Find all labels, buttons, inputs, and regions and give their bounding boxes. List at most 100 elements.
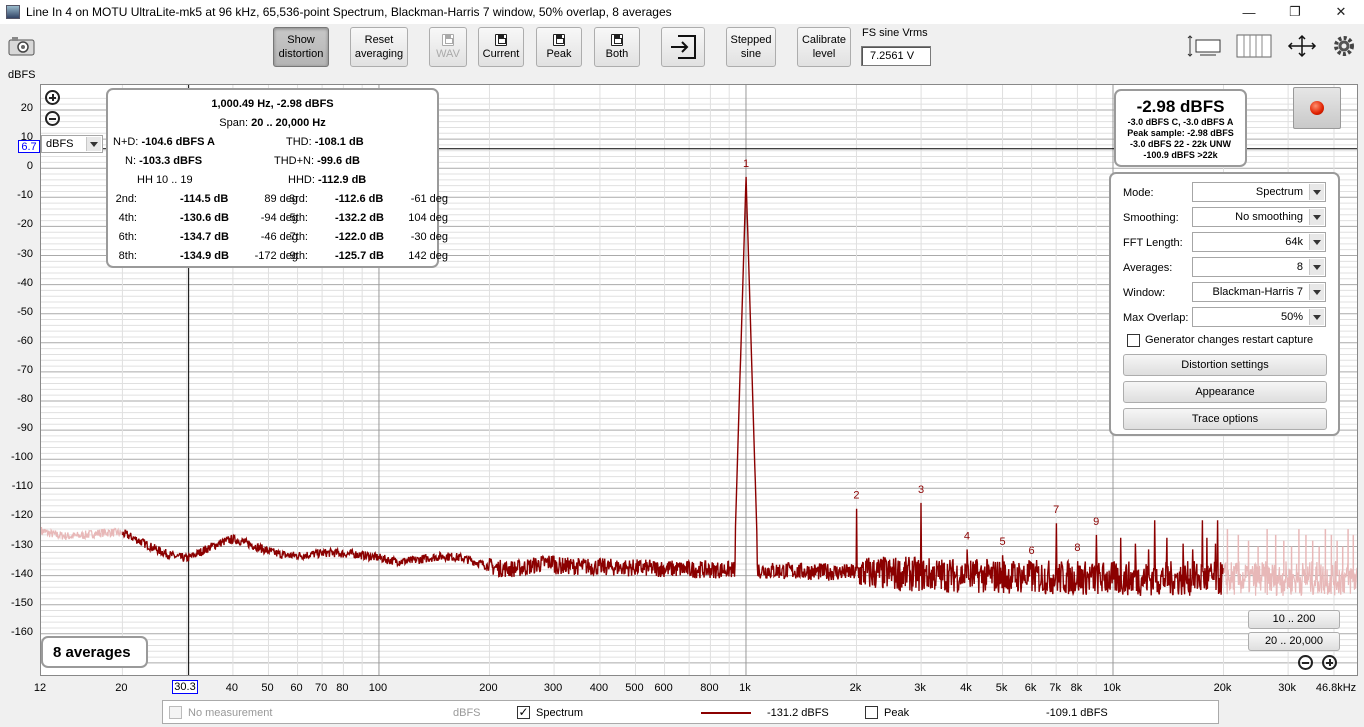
save-icon xyxy=(442,33,454,46)
x-tick-label: 12 xyxy=(33,682,47,694)
move-arrows-icon[interactable] xyxy=(1284,34,1320,58)
harm-value: -114.5 dB xyxy=(180,193,229,205)
restart-capture-checkbox[interactable] xyxy=(1127,334,1140,347)
y-tick-label: -50 xyxy=(17,305,33,318)
y-tick-label: -80 xyxy=(17,393,33,405)
gear-icon[interactable] xyxy=(1331,34,1357,58)
harmonic-label: 7 xyxy=(1053,504,1059,516)
chevron-down-icon xyxy=(1309,234,1324,250)
zoom-out-x-icon[interactable] xyxy=(1298,655,1313,670)
peak-value: -109.1 dBFS xyxy=(1046,707,1108,719)
harmonic-label: 3 xyxy=(918,484,924,496)
harm-label: 4th: xyxy=(118,212,137,224)
averages-select[interactable]: 8 xyxy=(1192,257,1326,277)
harm-value: -134.9 dB xyxy=(180,250,229,262)
trace-legend: No measurement dBFS ✓ Spectrum -131.2 dB… xyxy=(162,700,1219,724)
minimize-button[interactable]: — xyxy=(1226,0,1272,24)
y-tick-label: 20 xyxy=(20,102,33,114)
x-tick-label: 8k xyxy=(1070,682,1083,694)
harmonic-label: 4 xyxy=(964,530,970,542)
record-button[interactable] xyxy=(1293,87,1341,129)
fs-sine-label: FS sine Vrms xyxy=(862,27,928,39)
no-measurement-label: No measurement xyxy=(188,707,273,719)
chevron-down-icon xyxy=(86,137,101,151)
save-current-button[interactable]: Current xyxy=(478,27,524,67)
harm-phase: -30 deg xyxy=(410,231,448,243)
spectrum-label: Spectrum xyxy=(536,707,584,719)
max-overlap-select[interactable]: 50% xyxy=(1192,307,1326,327)
camera-icon[interactable] xyxy=(8,36,36,56)
zoom-in-x-icon[interactable] xyxy=(1322,655,1337,670)
range-10-200-button[interactable]: 10 .. 200 xyxy=(1248,610,1340,629)
no-measurement-unit: dBFS xyxy=(453,707,481,719)
x-tick-label: 300 xyxy=(543,682,563,694)
fft-length-label: FFT Length: xyxy=(1123,237,1183,249)
level-main: -2.98 dBFS xyxy=(1136,97,1225,116)
smoothing-select[interactable]: No smoothing xyxy=(1192,207,1326,227)
harm-label: 6th: xyxy=(118,231,137,243)
rew-rta-window: Line In 4 on MOTU UltraLite-mk5 at 96 kH… xyxy=(0,0,1364,727)
averages-label: Averages: xyxy=(1123,262,1173,274)
level-above-22k: -100.9 dBFS >22k xyxy=(1143,150,1218,160)
x-tick-label: 30k xyxy=(1278,682,1296,694)
hhd-row: HHD: -112.9 dB xyxy=(288,174,367,186)
save-peak-button[interactable]: Peak xyxy=(536,27,582,67)
x-tick-label: 500 xyxy=(625,682,644,694)
thdn-row: THD+N: -99.6 dB xyxy=(274,155,360,167)
spectrum-checkbox[interactable]: ✓ xyxy=(517,706,530,719)
x-tick-label: 200 xyxy=(479,682,498,694)
save-icon xyxy=(611,33,623,46)
distortion-panel: 1,000.49 Hz, -2.98 dBFS Span: 20 .. 20,0… xyxy=(106,88,448,268)
reset-averaging-button[interactable]: Reset averaging xyxy=(350,27,408,67)
resize-graph-icon[interactable] xyxy=(1186,34,1226,58)
calibrate-level-button[interactable]: Calibrate level xyxy=(797,27,851,67)
harm-label: 3rd: xyxy=(289,193,308,205)
level-unweighted: -3.0 dBFS 22 - 22k UNW xyxy=(1129,139,1232,149)
harm-phase: 142 deg xyxy=(408,250,448,262)
stepped-sine-button[interactable]: Stepped sine xyxy=(726,27,776,67)
zoom-out-y-icon[interactable] xyxy=(45,111,60,126)
maximize-button[interactable]: ❐ xyxy=(1272,0,1318,24)
fft-length-select[interactable]: 64k xyxy=(1192,232,1326,252)
distortion-settings-button[interactable]: Distortion settings xyxy=(1123,354,1327,376)
columns-icon[interactable] xyxy=(1236,34,1272,58)
show-distortion-button[interactable]: Show distortion xyxy=(273,27,329,67)
level-peak-sample: Peak sample: -2.98 dBFS xyxy=(1127,128,1234,138)
harm-label: 5th: xyxy=(289,212,308,224)
trace-options-button[interactable]: Trace options xyxy=(1123,408,1327,430)
mode-select[interactable]: Spectrum xyxy=(1192,182,1326,202)
max-overlap-label: Max Overlap: xyxy=(1123,312,1189,324)
wav-button[interactable]: WAV xyxy=(429,27,467,67)
y-tick-label: -110 xyxy=(11,480,33,493)
harm-value: -134.7 dB xyxy=(180,231,229,243)
x-tick-label: 100 xyxy=(368,682,388,694)
y-tick-label: -30 xyxy=(17,247,33,260)
x-tick-label: 600 xyxy=(654,682,673,694)
appearance-button[interactable]: Appearance xyxy=(1123,381,1327,403)
zoom-in-y-icon[interactable] xyxy=(45,90,60,105)
peak-checkbox[interactable] xyxy=(865,706,878,719)
x-tick-label: 70 xyxy=(314,682,328,694)
chevron-down-icon xyxy=(1309,309,1324,325)
window-select[interactable]: Blackman-Harris 7 xyxy=(1192,282,1326,302)
smoothing-label: Smoothing: xyxy=(1123,212,1179,224)
spectrum-value: -131.2 dBFS xyxy=(767,707,829,719)
fundamental-readout: 1,000.49 Hz, -2.98 dBFS xyxy=(211,98,334,110)
x-tick-label: 400 xyxy=(589,682,609,694)
fs-sine-input[interactable]: 7.2561 V xyxy=(861,46,931,66)
harm-label: 2nd: xyxy=(115,193,137,205)
y-unit-select[interactable]: dBFS xyxy=(41,135,103,153)
range-20-20000-button[interactable]: 20 .. 20,000 xyxy=(1248,632,1340,651)
close-button[interactable]: ✕ xyxy=(1318,0,1364,24)
y-tick-label: -130 xyxy=(10,538,33,551)
x-tick-label: 3k xyxy=(914,682,926,694)
input-select-button[interactable] xyxy=(661,27,705,67)
save-both-button[interactable]: Both xyxy=(594,27,640,67)
harm-value: -112.6 dB xyxy=(335,193,384,205)
no-measurement-checkbox[interactable] xyxy=(169,706,182,719)
y-tick-label: -40 xyxy=(17,276,33,289)
harmonic-label: 9 xyxy=(1093,516,1099,528)
x-tick-label: 4k xyxy=(960,682,972,694)
y-tick-label: -60 xyxy=(17,334,33,347)
x-tick-label: 800 xyxy=(700,682,719,694)
